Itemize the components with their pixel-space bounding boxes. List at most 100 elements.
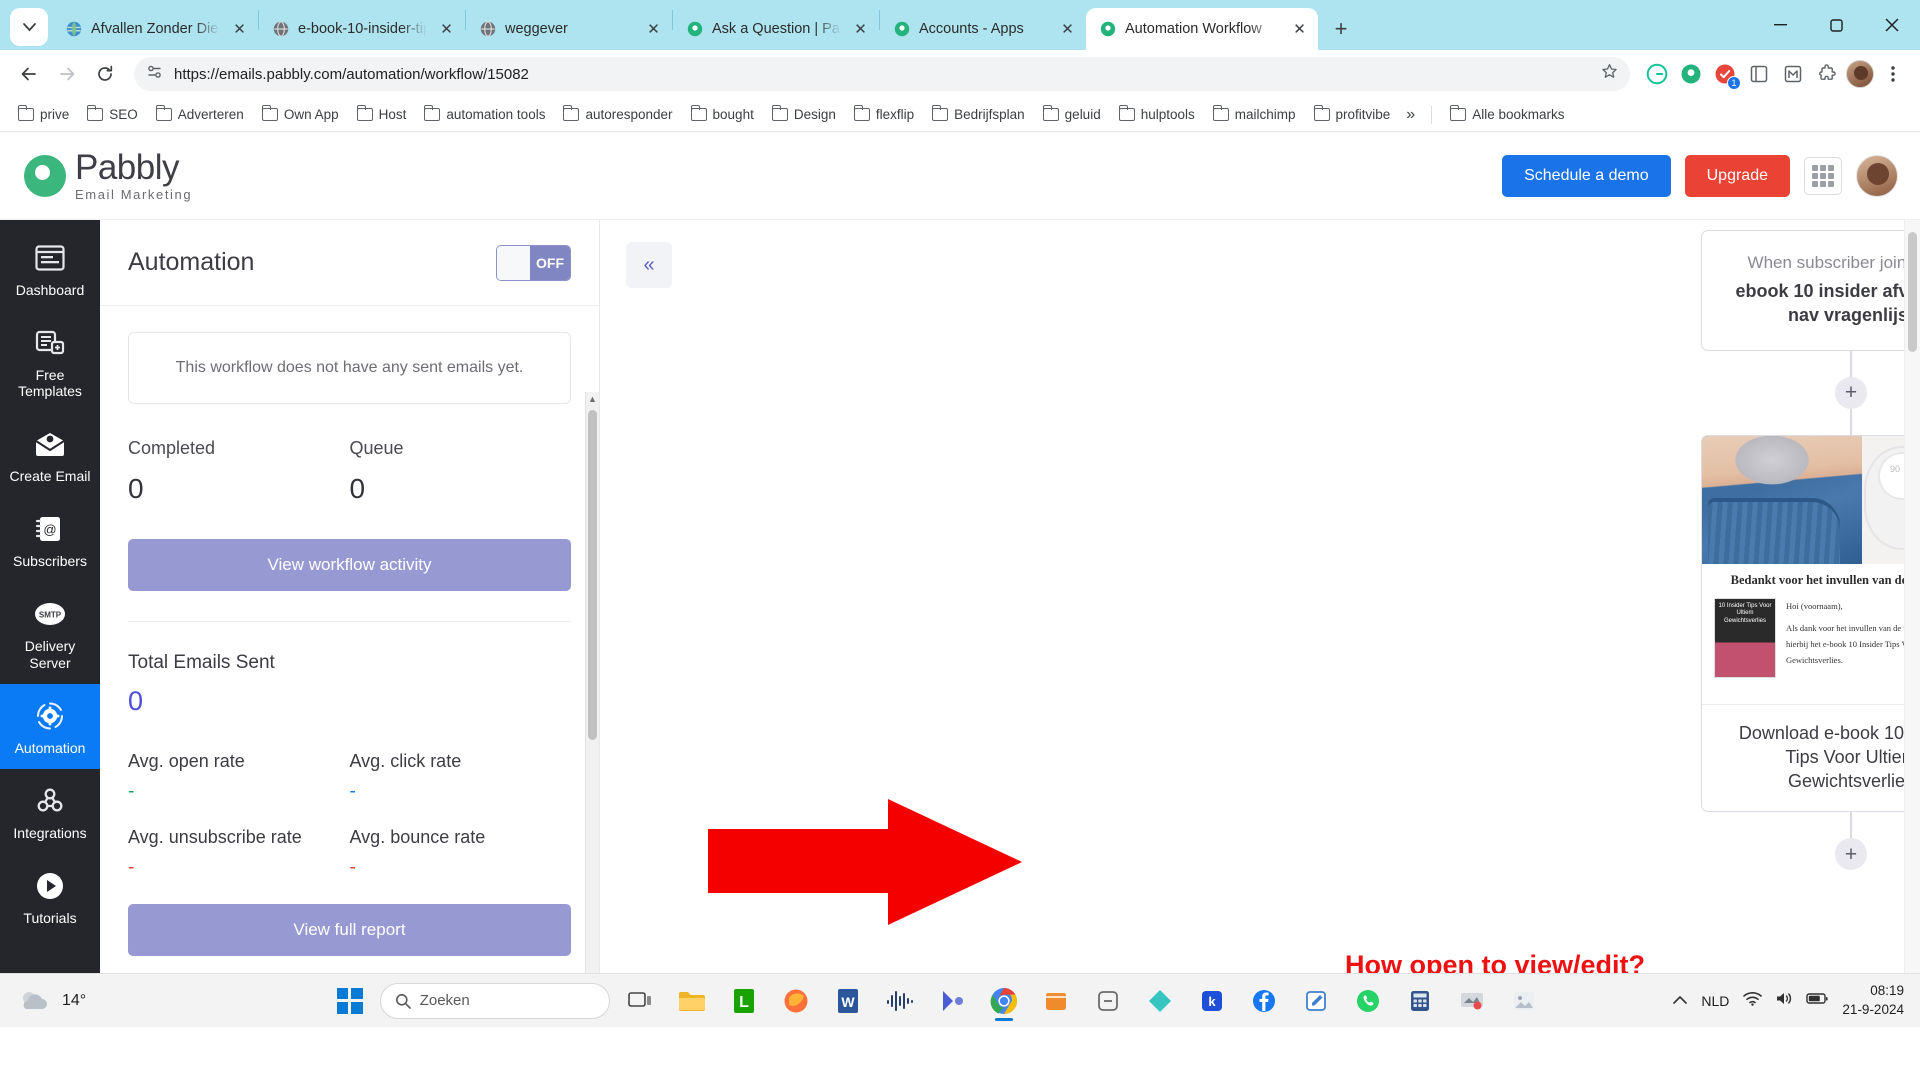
page-scrollbar-thumb[interactable] <box>1908 232 1917 352</box>
tab-close-icon[interactable]: ✕ <box>850 19 871 40</box>
extensions-puzzle-icon[interactable] <box>1812 59 1842 89</box>
profile-avatar[interactable] <box>1846 60 1874 88</box>
scroll-up-arrow[interactable]: ▲ <box>586 392 599 406</box>
sidebar-item-automation[interactable]: Automation <box>0 683 100 769</box>
view-workflow-activity-button[interactable]: View workflow activity <box>128 539 571 591</box>
word-icon[interactable]: W <box>826 979 870 1023</box>
taskbar-clock[interactable]: 08:19 21-9-2024 <box>1842 982 1904 1018</box>
trigger-node[interactable]: When subscriber joins a list ebook 10 in… <box>1701 230 1920 351</box>
bookmark-item[interactable]: geluid <box>1035 103 1109 126</box>
sidebar-item-dashboard[interactable]: Dashboard <box>0 226 100 311</box>
extension-grammarly-icon[interactable] <box>1642 59 1672 89</box>
bookmark-item[interactable]: Own App <box>254 103 347 126</box>
tab-close-icon[interactable]: ✕ <box>643 19 664 40</box>
sidebar-item-create-email[interactable]: Create Email <box>0 412 100 497</box>
extension-pabbly-icon[interactable] <box>1676 59 1706 89</box>
tab-close-icon[interactable]: ✕ <box>1057 19 1078 40</box>
tray-expand-icon[interactable] <box>1673 992 1688 1009</box>
libreoffice-icon[interactable]: L <box>722 979 766 1023</box>
facebook-icon[interactable] <box>1242 979 1286 1023</box>
bookmark-item[interactable]: profitvibe <box>1306 103 1399 126</box>
bookmark-item[interactable]: bought <box>683 103 762 126</box>
tab-close-icon[interactable]: ✕ <box>436 19 457 40</box>
panel-scrollbar[interactable]: ▲ <box>585 392 599 1005</box>
browser-tab-2[interactable]: weggever ✕ <box>466 8 672 50</box>
extension-reader-icon[interactable] <box>1744 59 1774 89</box>
browser-tab-5-active[interactable]: Automation Workflow ✕ <box>1086 8 1318 50</box>
sidebar-item-subscribers[interactable]: @ Subscribers <box>0 497 100 582</box>
copilot-icon[interactable] <box>1086 979 1130 1023</box>
workflow-canvas[interactable]: « When subscriber joins a list ebook 10 … <box>600 220 1920 1027</box>
sidebar-item-delivery-server[interactable]: SMTP Delivery Server <box>0 582 100 683</box>
email-action-node[interactable]: Bedankt voor het invullen van de vragenl… <box>1701 434 1920 813</box>
file-explorer-icon[interactable] <box>670 979 714 1023</box>
address-bar[interactable]: https://emails.pabbly.com/automation/wor… <box>134 57 1630 91</box>
bookmark-item[interactable]: automation tools <box>416 103 553 126</box>
screen-recorder-icon[interactable] <box>1450 979 1494 1023</box>
calculator-icon[interactable] <box>1398 979 1442 1023</box>
chrome-menu-icon[interactable] <box>1878 59 1908 89</box>
back-icon[interactable] <box>12 57 46 91</box>
bookmark-item[interactable]: SEO <box>79 103 146 126</box>
scrollbar-thumb[interactable] <box>588 410 597 740</box>
volume-icon[interactable] <box>1775 991 1793 1011</box>
bookmark-star-icon[interactable] <box>1601 63 1618 85</box>
whatsapp-icon[interactable] <box>1346 979 1390 1023</box>
bookmarks-overflow-icon[interactable]: » <box>1400 102 1421 128</box>
add-step-button-1[interactable]: + <box>1835 376 1867 409</box>
bookmark-item[interactable]: Bedrijfsplan <box>924 103 1033 126</box>
browser-tab-4[interactable]: Accounts - Apps ✕ <box>880 8 1086 50</box>
audacity-icon[interactable] <box>878 979 922 1023</box>
store-icon[interactable] <box>1034 979 1078 1023</box>
minimize-button[interactable] <box>1752 4 1808 46</box>
photos-icon[interactable] <box>1502 979 1546 1023</box>
battery-icon[interactable] <box>1806 992 1829 1010</box>
site-settings-icon[interactable] <box>146 63 164 86</box>
bookmark-item[interactable]: hulptools <box>1111 103 1203 126</box>
close-window-button[interactable] <box>1864 4 1920 46</box>
all-bookmarks-button[interactable]: Alle bookmarks <box>1442 103 1572 126</box>
extension-badge-icon[interactable]: 1 <box>1710 59 1741 90</box>
taskbar-search-input[interactable]: Zoeken <box>379 982 610 1019</box>
page-scrollbar[interactable] <box>1904 220 1920 1027</box>
start-button[interactable] <box>328 979 372 1023</box>
collapse-panel-button[interactable]: « <box>626 242 672 288</box>
browser-tab-1[interactable]: e-book-10-insider-tips-voo ✕ <box>259 8 465 50</box>
user-avatar[interactable] <box>1856 154 1898 197</box>
upgrade-button[interactable]: Upgrade <box>1684 154 1790 197</box>
automation-toggle[interactable]: OFF <box>496 244 571 281</box>
weather-widget[interactable]: 14° <box>0 988 200 1014</box>
kajabi-icon[interactable]: k <box>1190 979 1234 1023</box>
task-view-icon[interactable] <box>618 979 662 1023</box>
bookmark-item[interactable]: Host <box>349 103 415 126</box>
bookmark-item[interactable]: Design <box>764 103 844 126</box>
bookmark-item[interactable]: prive <box>10 103 77 126</box>
notes-icon[interactable] <box>1294 979 1338 1023</box>
reload-icon[interactable] <box>88 57 122 91</box>
browser-tab-3[interactable]: Ask a Question | Pabbly Sup ✕ <box>673 8 879 50</box>
schedule-demo-button[interactable]: Schedule a demo <box>1502 154 1671 197</box>
new-tab-button[interactable]: + <box>1324 12 1358 46</box>
pabbly-logo[interactable]: Pabbly Email Marketing <box>24 150 192 201</box>
diamond-app-icon[interactable] <box>1138 979 1182 1023</box>
sidebar-item-integrations[interactable]: Integrations <box>0 769 100 854</box>
tab-close-icon[interactable]: ✕ <box>1289 19 1310 40</box>
browser-tab-0[interactable]: Afvallen Zonder Dieet Adm ✕ <box>52 8 258 50</box>
extension-m-icon[interactable] <box>1778 59 1808 89</box>
add-step-button-2[interactable]: + <box>1835 838 1867 871</box>
maximize-button[interactable] <box>1808 4 1864 46</box>
tab-search-button[interactable] <box>10 8 48 46</box>
forward-icon[interactable] <box>50 57 84 91</box>
view-full-report-button[interactable]: View full report <box>128 903 571 956</box>
bookmark-item[interactable]: autoresponder <box>555 103 680 126</box>
bookmark-item[interactable]: flexflip <box>846 103 922 126</box>
apps-grid-icon[interactable] <box>1804 156 1842 195</box>
firefox-icon[interactable] <box>774 979 818 1023</box>
davinci-resolve-icon[interactable] <box>930 979 974 1023</box>
wifi-icon[interactable] <box>1743 991 1763 1011</box>
bookmark-item[interactable]: mailchimp <box>1205 103 1304 126</box>
sidebar-item-free-templates[interactable]: Free Templates <box>0 311 100 412</box>
sidebar-item-tutorials[interactable]: Tutorials <box>0 854 100 939</box>
bookmark-item[interactable]: Adverteren <box>148 103 252 126</box>
chrome-icon[interactable] <box>982 979 1026 1023</box>
